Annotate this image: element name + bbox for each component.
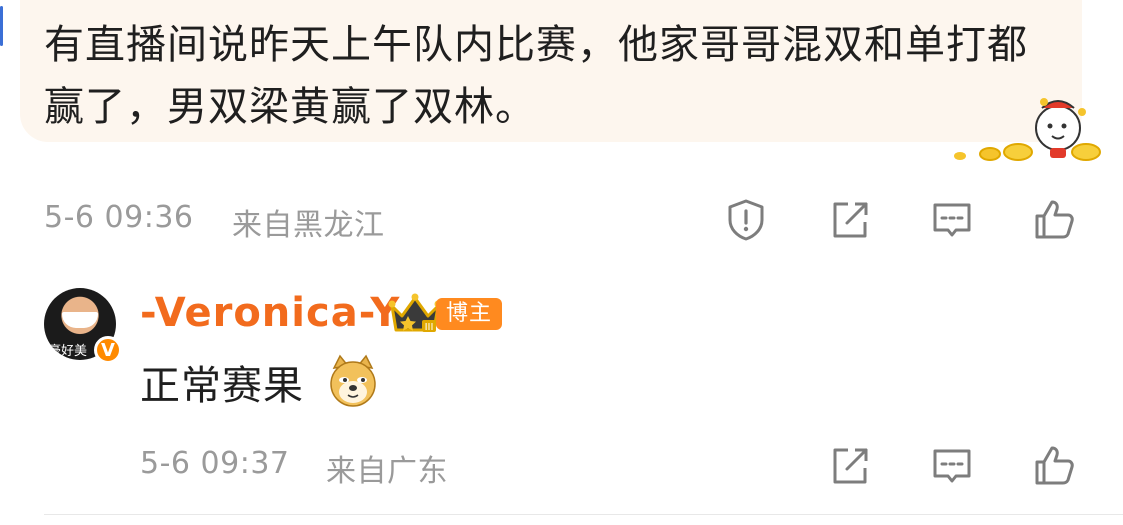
thumbs-up-icon (1035, 446, 1074, 485)
verified-badge: V (94, 336, 122, 364)
reply-like-button[interactable] (1028, 440, 1080, 492)
blogger-badge: 博主 (436, 298, 503, 330)
comment-text: 有直播间说昨天上午队内比赛，他家哥哥混双和单打都赢了，男双梁黄赢了双林。 (44, 22, 1028, 130)
reply-location: 来自广东 (326, 454, 448, 489)
doge-emoji (330, 354, 376, 407)
comment-timestamp: 5-6 09:36 (44, 200, 194, 235)
thumbs-up-icon (1035, 200, 1074, 239)
avatar-smile (62, 312, 98, 328)
shield-alert-icon (728, 199, 764, 241)
crown-level-text: III (425, 322, 434, 333)
avatar-caption: 豪好美 (48, 344, 88, 359)
reply-text: 正常赛果 (140, 363, 304, 409)
lucky-mascot-sticker (954, 98, 1101, 161)
reply-comment-button[interactable] (926, 440, 978, 492)
share-button[interactable] (824, 194, 876, 246)
comment-button[interactable] (926, 194, 978, 246)
reply-username[interactable]: -Veronica-Y (140, 290, 400, 336)
comment-bubble-icon (933, 203, 971, 237)
share-external-icon (833, 448, 868, 484)
comment-bubble-icon (933, 449, 971, 483)
report-button[interactable] (720, 194, 772, 246)
crown-level-icon: III (388, 293, 442, 333)
divider (44, 514, 1123, 515)
share-external-icon (833, 202, 868, 238)
like-button[interactable] (1028, 194, 1080, 246)
left-accent-bar (0, 6, 3, 46)
reply-timestamp: 5-6 09:37 (140, 446, 290, 481)
reply-share-button[interactable] (824, 440, 876, 492)
comment-location: 来自黑龙江 (232, 208, 385, 243)
